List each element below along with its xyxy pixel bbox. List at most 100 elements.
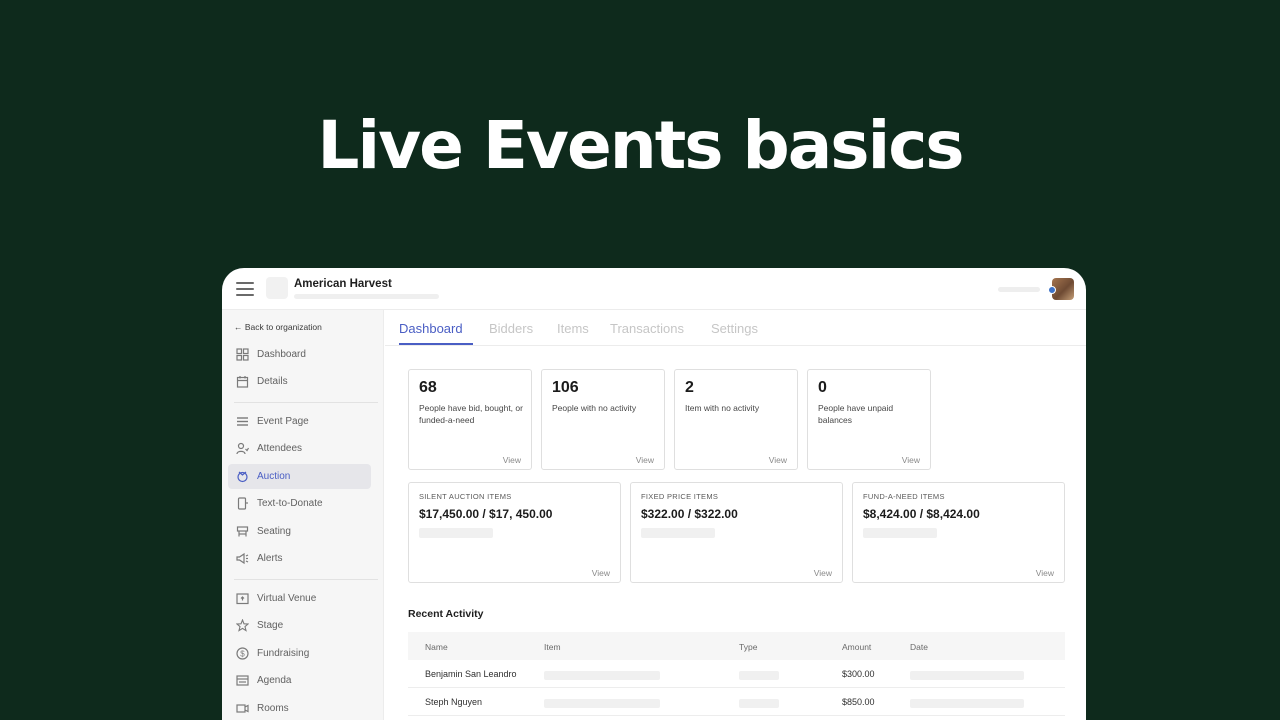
view-link[interactable]: View [769,455,787,465]
sidebar-item-label: Event Page [257,416,309,427]
svg-text:$: $ [240,649,245,658]
sidebar-item-label: Details [257,376,288,387]
dollar-icon: $ [236,647,249,660]
cell-date-placeholder [910,699,1024,708]
summary-card-silent-auction: SILENT AUCTION ITEMS $17,450.00 / $17, 4… [408,482,621,583]
cell-amount: $300.00 [842,669,875,679]
sidebar-item-stage[interactable]: Stage [228,613,371,638]
stat-card-items-no-activity: 2 Item with no activity View [674,369,798,470]
view-link[interactable]: View [902,455,920,465]
org-name: American Harvest [294,278,392,290]
column-header-amount[interactable]: Amount [842,642,871,652]
stat-label: Item with no activity [685,403,760,413]
table-row[interactable]: Steph Nguyen $850.00 [408,688,1065,716]
status-dot [1048,286,1056,294]
summary-card-fund-a-need: FUND-A-NEED ITEMS $8,424.00 / $8,424.00 … [852,482,1065,583]
sidebar-item-attendees[interactable]: Attendees [228,436,371,461]
phone-icon [237,497,248,510]
stat-card-unpaid-balances: 0 People have unpaid balances View [807,369,931,470]
tab-bar: Dashboard Bidders Items Transactions Set… [385,310,1086,346]
sidebar-item-label: Virtual Venue [257,593,317,604]
top-bar: American Harvest [222,268,1086,310]
column-header-type[interactable]: Type [739,642,757,652]
dashboard-icon [236,348,249,361]
stat-label: People have unpaid balances [818,403,894,425]
stat-value: 68 [419,379,437,396]
table-row[interactable]: Benjamin San Leandro $300.00 [408,660,1065,688]
sidebar-item-event-page[interactable]: Event Page [228,409,371,434]
summary-value: $8,424.00 / $8,424.00 [863,507,980,521]
back-to-organization-link[interactable]: ← Back to organization [234,322,322,332]
org-subtitle-placeholder [294,294,439,299]
tab-settings[interactable]: Settings [711,321,758,336]
tab-dashboard[interactable]: Dashboard [399,321,463,336]
sidebar-item-details[interactable]: Details [228,369,371,394]
summary-placeholder [641,528,715,538]
view-link[interactable]: View [814,568,832,578]
sidebar-item-virtual-venue[interactable]: Virtual Venue [228,586,371,611]
summary-value: $17,450.00 / $17, 450.00 [419,507,553,521]
sidebar-item-text-to-donate[interactable]: Text-to-Donate [228,491,371,516]
attendees-icon [236,442,249,455]
user-name-placeholder [998,287,1040,292]
column-header-item[interactable]: Item [544,642,561,652]
stat-value: 0 [818,379,827,396]
cell-amount: $850.00 [842,697,875,707]
sidebar-item-alerts[interactable]: Alerts [228,546,371,571]
stat-card-no-activity: 106 People with no activity View [541,369,665,470]
cell-type-placeholder [739,671,779,680]
sidebar-item-dashboard[interactable]: Dashboard [228,342,371,367]
view-link[interactable]: View [592,568,610,578]
tab-items[interactable]: Items [557,321,589,336]
sidebar-item-auction[interactable]: Auction [228,464,371,489]
cell-item-placeholder [544,671,660,680]
view-link[interactable]: View [1036,568,1054,578]
sidebar-item-rooms[interactable]: Rooms [228,696,371,720]
sidebar-item-label: Agenda [257,675,292,686]
sidebar-item-label: Attendees [257,443,303,454]
stat-label: People with no activity [552,403,637,413]
tab-transactions[interactable]: Transactions [610,321,684,336]
summary-label: FUND-A-NEED ITEMS [863,492,945,501]
agenda-icon [236,675,249,686]
view-link[interactable]: View [503,455,521,465]
sidebar-item-label: Fundraising [257,648,310,659]
sidebar-item-label: Text-to-Donate [257,498,323,509]
hero-title: Live Events basics [317,107,964,184]
sidebar-item-agenda[interactable]: Agenda [228,668,371,693]
sidebar-item-label: Rooms [257,703,289,714]
megaphone-icon [236,552,249,565]
app-window: American Harvest ← Back to organization … [222,268,1086,720]
hamburger-menu-icon[interactable] [236,282,254,296]
summary-card-fixed-price: FIXED PRICE ITEMS $322.00 / $322.00 View [630,482,843,583]
sidebar-item-label: Dashboard [257,349,306,360]
stat-value: 2 [685,379,694,396]
list-icon [237,417,248,426]
recent-activity-title: Recent Activity [408,608,484,620]
summary-placeholder [419,528,493,538]
seating-icon [236,526,249,537]
cell-type-placeholder [739,699,779,708]
column-header-name[interactable]: Name [425,642,448,652]
sidebar-item-seating[interactable]: Seating [228,519,371,544]
sidebar-divider [234,402,378,403]
cell-item-placeholder [544,699,660,708]
cell-name: Benjamin San Leandro [425,669,517,679]
stat-label: People have bid, bought, or funded-a-nee… [419,403,523,425]
summary-placeholder [863,528,937,538]
stat-value: 106 [552,379,579,396]
venue-icon [236,593,249,605]
sidebar-item-label: Stage [257,620,284,631]
column-header-date[interactable]: Date [910,642,928,652]
view-link[interactable]: View [636,455,654,465]
calendar-icon [236,376,249,388]
sidebar-item-label: Alerts [257,553,283,564]
sidebar-item-label: Auction [257,471,291,482]
active-tab-indicator [399,343,473,345]
cell-date-placeholder [910,671,1024,680]
summary-label: FIXED PRICE ITEMS [641,492,719,501]
sidebar-item-fundraising[interactable]: $ Fundraising [228,641,371,666]
org-logo [266,277,288,299]
tab-bidders[interactable]: Bidders [489,321,533,336]
stat-card-activity: 68 People have bid, bought, or funded-a-… [408,369,532,470]
